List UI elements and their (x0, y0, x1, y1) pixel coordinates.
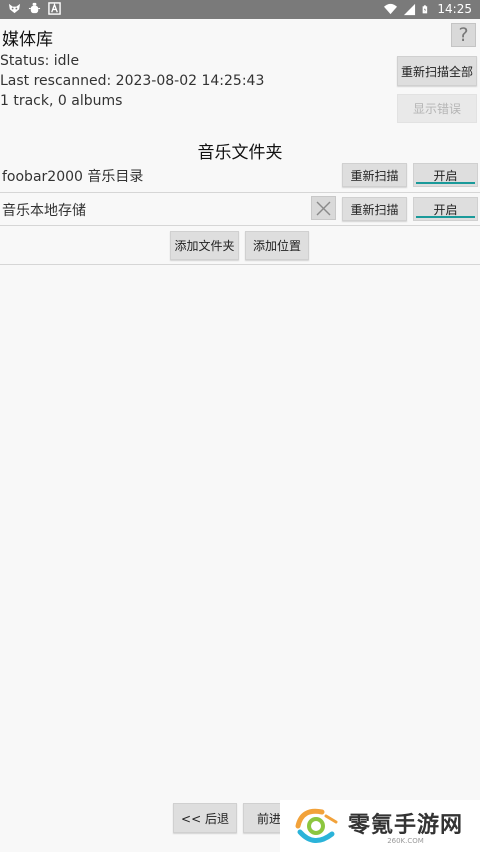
folder-enable-toggle[interactable]: 开启 (413, 197, 478, 221)
last-rescanned-text: Last rescanned: 2023-08-02 14:25:43 (0, 73, 265, 89)
divider (0, 264, 480, 265)
rescan-folder-button[interactable]: 重新扫描 (342, 197, 407, 221)
watermark: 零氪手游网 260K.COM (280, 800, 480, 852)
fox-icon (8, 3, 21, 14)
divider (0, 192, 480, 193)
close-icon (316, 201, 331, 215)
logo-icon (295, 808, 338, 843)
clock: 14:25 (437, 2, 472, 16)
a-icon (48, 2, 61, 15)
rescan-all-button[interactable]: 重新扫描全部 (397, 56, 477, 86)
add-location-button[interactable]: 添加位置 (245, 231, 309, 260)
bug-icon (28, 2, 41, 14)
remove-folder-button[interactable] (311, 196, 336, 220)
folder-name: foobar2000 音乐目录 (2, 169, 144, 185)
divider (0, 225, 480, 226)
back-button[interactable]: << 后退 (173, 803, 237, 833)
show-errors-button[interactable]: 显示错误 (397, 94, 477, 123)
folder-name: 音乐本地存储 (2, 203, 86, 219)
music-folders-title: 音乐文件夹 (197, 143, 283, 163)
status-bar-left (8, 2, 61, 15)
watermark-text: 零氪手游网 (348, 813, 464, 838)
help-button[interactable]: ? (451, 23, 476, 47)
library-counts: 1 track, 0 albums (0, 93, 123, 109)
battery-icon (423, 4, 428, 13)
status-bar: 14:25 (0, 0, 480, 19)
wifi-icon (384, 3, 398, 14)
rescan-folder-button[interactable]: 重新扫描 (342, 163, 407, 187)
folder-enable-toggle[interactable]: 开启 (413, 163, 478, 187)
help-icon: ? (458, 24, 469, 46)
watermark-text-group: 零氪手游网 260K.COM (348, 807, 463, 845)
signal-icon (404, 3, 416, 15)
add-folder-button[interactable]: 添加文件夹 (170, 231, 239, 260)
status-bar-right: 14:25 (384, 2, 472, 16)
status-text: Status: idle (0, 53, 80, 69)
page-title: 媒体库 (2, 30, 53, 50)
